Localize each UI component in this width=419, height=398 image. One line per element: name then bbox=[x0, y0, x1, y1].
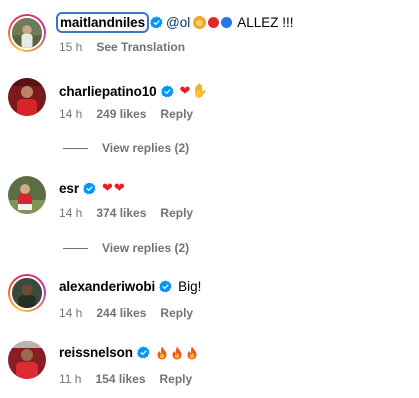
verified-badge-icon bbox=[83, 181, 96, 195]
lion-emoji bbox=[193, 16, 207, 29]
username-link[interactable]: alexanderiwobi bbox=[59, 279, 155, 294]
avatar-maitlandniles[interactable] bbox=[8, 14, 46, 52]
view-replies-label[interactable]: View replies (2) bbox=[102, 241, 189, 255]
view-replies-label[interactable]: View replies (2) bbox=[102, 141, 189, 155]
username-link[interactable]: reissnelson bbox=[59, 345, 133, 360]
reply-button[interactable]: Reply bbox=[160, 372, 193, 386]
fire-emoji bbox=[172, 346, 182, 359]
avatar-esr[interactable] bbox=[8, 176, 46, 214]
heart-emoji: ❤ bbox=[101, 180, 113, 195]
like-count[interactable]: 249 likes bbox=[96, 107, 146, 121]
avatar-image bbox=[8, 341, 46, 379]
heart-emoji: ❤ bbox=[179, 83, 191, 98]
verified-badge-icon bbox=[137, 346, 150, 359]
view-replies-button[interactable]: View replies (2) bbox=[63, 141, 189, 155]
like-count[interactable]: 244 likes bbox=[96, 306, 146, 320]
avatar-image bbox=[8, 176, 46, 214]
heart-emoji: ❤ bbox=[113, 180, 125, 195]
verified-badge-icon bbox=[159, 280, 172, 293]
avatar-charliepatino10[interactable] bbox=[8, 78, 46, 116]
avatar-reissnelson[interactable] bbox=[8, 341, 46, 379]
view-replies-button[interactable]: View replies (2) bbox=[63, 241, 189, 255]
see-translation-button[interactable]: See Translation bbox=[96, 40, 185, 54]
like-count[interactable]: 154 likes bbox=[95, 372, 145, 386]
fire-emoji bbox=[157, 346, 167, 359]
comment-time: 14 h bbox=[59, 306, 83, 320]
comment-text: Big! bbox=[178, 279, 202, 294]
avatar-alexanderiwobi[interactable] bbox=[8, 274, 46, 312]
username-link[interactable]: esr bbox=[59, 181, 79, 196]
verified-badge-icon bbox=[160, 84, 174, 98]
avatar-image bbox=[8, 78, 46, 116]
username-link[interactable]: maitlandniles bbox=[56, 12, 149, 33]
blue-circle-emoji bbox=[221, 17, 233, 28]
raising-hands-emoji: ✋ bbox=[191, 83, 208, 98]
comment-time: 11 h bbox=[59, 372, 82, 386]
like-count[interactable]: 374 likes bbox=[96, 206, 146, 220]
reply-button[interactable]: Reply bbox=[160, 107, 193, 121]
mention-link[interactable]: @ol bbox=[166, 15, 190, 30]
divider bbox=[63, 147, 88, 149]
reply-button[interactable]: Reply bbox=[160, 306, 193, 320]
comment-time: 14 h bbox=[59, 107, 83, 121]
comment-time: 14 h bbox=[59, 206, 83, 220]
divider bbox=[63, 247, 88, 249]
comment-text: ALLEZ !!! bbox=[237, 15, 294, 30]
red-circle-emoji bbox=[208, 17, 220, 28]
reply-button[interactable]: Reply bbox=[160, 206, 193, 220]
fire-emoji bbox=[187, 346, 197, 359]
username-link[interactable]: charliepatino10 bbox=[59, 84, 157, 99]
verified-badge-icon bbox=[150, 16, 163, 29]
avatar-image bbox=[12, 18, 42, 48]
comment-time: 15 h bbox=[59, 40, 83, 54]
avatar-image bbox=[12, 278, 42, 308]
